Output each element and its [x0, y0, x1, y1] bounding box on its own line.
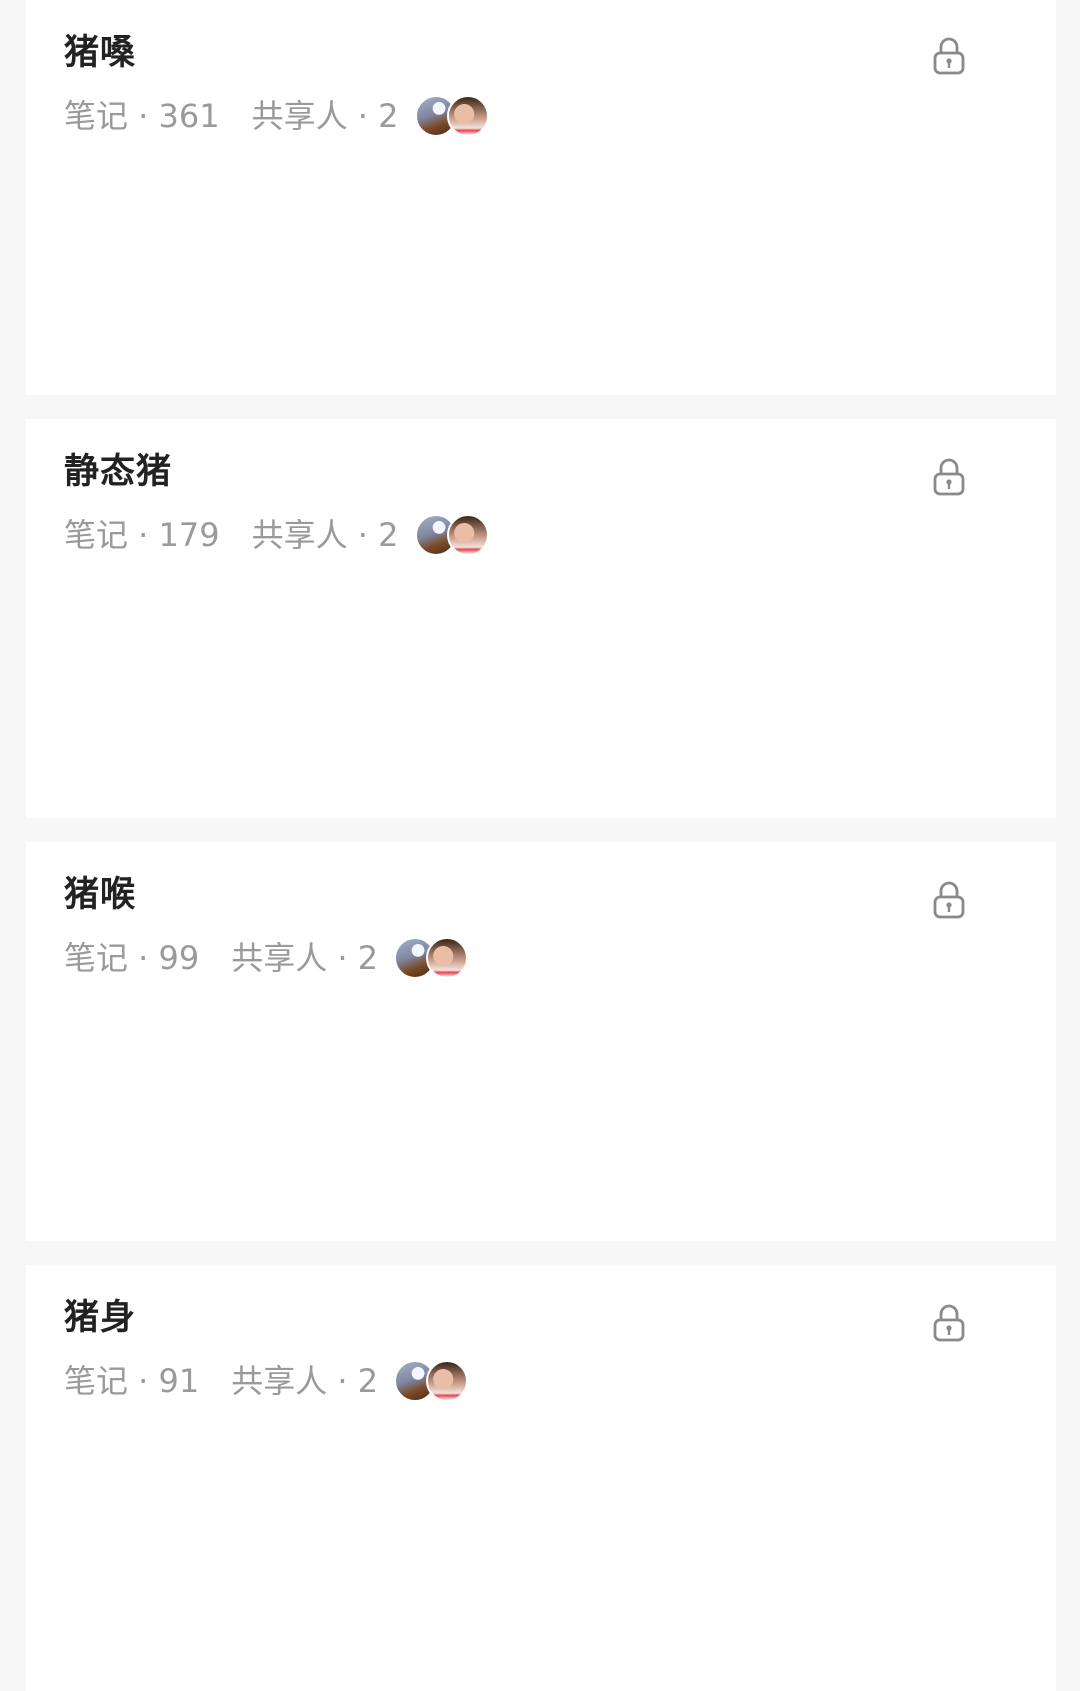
sharers-count: 共享人 · 2 — [251, 516, 399, 554]
notes-count: 笔记 · 91 — [64, 1362, 200, 1400]
collection-meta: 笔记 · 99 共享人 · 2 — [64, 937, 469, 979]
avatar — [446, 514, 489, 556]
collection-title: 静态猪 — [64, 452, 173, 492]
sharer-avatars[interactable] — [414, 95, 489, 137]
notes-count: 笔记 · 99 — [64, 939, 200, 977]
sharer-avatars[interactable] — [394, 937, 469, 979]
avatar — [426, 937, 469, 979]
lock-icon — [933, 458, 965, 496]
collection-title: 猪喉 — [64, 875, 137, 915]
avatar — [426, 1360, 469, 1402]
lock-icon — [933, 881, 965, 919]
collection-meta: 笔记 · 91 共享人 · 2 — [64, 1360, 469, 1402]
collection-meta: 笔记 · 179 共享人 · 2 — [64, 514, 489, 556]
notes-count: 笔记 · 361 — [64, 97, 220, 135]
collection-card[interactable]: 静态猪 笔记 · 179 共享人 · 2 — [26, 419, 1056, 818]
collection-card[interactable]: 猪嗓 笔记 · 361 共享人 · 2 — [26, 0, 1056, 395]
lock-icon — [933, 37, 965, 75]
sharers-count: 共享人 · 2 — [231, 939, 379, 977]
sharers-count: 共享人 · 2 — [231, 1362, 379, 1400]
sharer-avatars[interactable] — [414, 514, 489, 556]
notes-count: 笔记 · 179 — [64, 516, 220, 554]
sharer-avatars[interactable] — [394, 1360, 469, 1402]
collection-card[interactable]: 猪身 笔记 · 91 共享人 · 2 — [26, 1265, 1056, 1691]
collection-title: 猪身 — [64, 1298, 137, 1338]
avatar — [446, 95, 489, 137]
collection-card[interactable]: 猪喉 笔记 · 99 共享人 · 2 — [26, 842, 1056, 1241]
sharers-count: 共享人 · 2 — [251, 97, 399, 135]
collection-list: 猪嗓 笔记 · 361 共享人 · 2 静态猪 笔记 · 179 共享人 · 2 — [0, 0, 1080, 1691]
collection-meta: 笔记 · 361 共享人 · 2 — [64, 95, 489, 137]
collection-title: 猪嗓 — [64, 33, 137, 73]
lock-icon — [933, 1304, 965, 1342]
